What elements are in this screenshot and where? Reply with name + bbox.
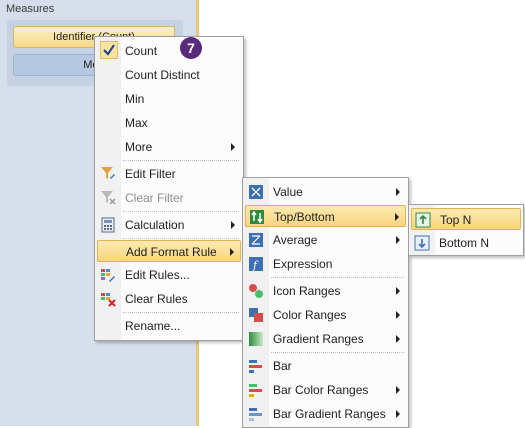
- step-number-badge: 7: [180, 37, 202, 59]
- edit-rules-icon: [100, 267, 116, 283]
- menu-item-icon-ranges[interactable]: Icon Ranges: [245, 280, 406, 302]
- menu-item-count-distinct[interactable]: Count Distinct: [97, 64, 241, 86]
- filter-clear-icon: [100, 190, 116, 206]
- calculator-icon: [100, 217, 116, 233]
- checkmark-icon: [100, 41, 118, 59]
- value-rule-icon: [248, 184, 264, 200]
- submenu-arrow-icon: [396, 236, 400, 244]
- menu-item-gradient-ranges[interactable]: Gradient Ranges: [245, 328, 406, 350]
- submenu-arrow-icon: [396, 188, 400, 196]
- bar-color-ranges-icon: [248, 382, 264, 398]
- bar-icon: [248, 358, 264, 374]
- menu-item-top-n[interactable]: Top N: [411, 208, 521, 230]
- menu-item-edit-filter[interactable]: Edit Filter: [97, 163, 241, 185]
- menu-item-color-ranges[interactable]: Color Ranges: [245, 304, 406, 326]
- submenu-arrow-icon: [231, 221, 235, 229]
- menu-separator: [271, 352, 404, 353]
- menu-item-calculation[interactable]: Calculation: [97, 214, 241, 236]
- menu-item-min[interactable]: Min: [97, 88, 241, 110]
- menu-item-bar-gradient-ranges[interactable]: Bar Gradient Ranges: [245, 403, 406, 425]
- gradient-ranges-icon: [248, 331, 264, 347]
- panel-title: Measures: [6, 3, 55, 15]
- menu-separator: [123, 312, 239, 313]
- menu-item-clear-filter[interactable]: Clear Filter: [97, 187, 241, 209]
- color-ranges-icon: [248, 307, 264, 323]
- menu-item-max[interactable]: Max: [97, 112, 241, 134]
- expression-icon: f: [248, 256, 264, 272]
- menu-item-average[interactable]: Average: [245, 229, 406, 251]
- top-bottom-submenu: Top N Bottom N: [408, 204, 524, 256]
- clear-rules-icon: [100, 291, 116, 307]
- average-icon: [248, 232, 264, 248]
- submenu-arrow-icon: [395, 213, 399, 221]
- menu-item-clear-rules[interactable]: Clear Rules: [97, 288, 241, 310]
- submenu-arrow-icon: [396, 335, 400, 343]
- menu-separator: [123, 160, 239, 161]
- menu-item-count[interactable]: Count: [97, 40, 241, 62]
- menu-item-top-bottom[interactable]: Top/Bottom: [245, 205, 406, 227]
- top-bottom-icon: [249, 209, 265, 225]
- menu-separator: [271, 277, 404, 278]
- submenu-arrow-icon: [230, 248, 234, 256]
- menu-item-add-format-rule[interactable]: Add Format Rule: [97, 240, 241, 262]
- submenu-arrow-icon: [396, 386, 400, 394]
- submenu-arrow-icon: [231, 143, 235, 151]
- menu-separator: [123, 238, 239, 239]
- submenu-arrow-icon: [396, 287, 400, 295]
- menu-item-rename[interactable]: Rename...: [97, 315, 241, 337]
- icon-ranges-icon: [248, 283, 264, 299]
- menu-item-edit-rules[interactable]: Edit Rules...: [97, 264, 241, 286]
- filter-edit-icon: [100, 166, 116, 182]
- menu-item-expression[interactable]: f Expression: [245, 253, 406, 275]
- menu-item-bar[interactable]: Bar: [245, 355, 406, 377]
- menu-item-more[interactable]: More: [97, 136, 241, 158]
- format-rule-submenu: Value Top/Bottom Average f Expression Ic…: [242, 177, 409, 428]
- context-menu: Count Count Distinct Min Max More Edit F…: [94, 36, 244, 341]
- menu-item-bottom-n[interactable]: Bottom N: [411, 232, 521, 254]
- submenu-arrow-icon: [396, 410, 400, 418]
- menu-item-bar-color-ranges[interactable]: Bar Color Ranges: [245, 379, 406, 401]
- top-n-icon: [415, 212, 431, 228]
- menu-item-value[interactable]: Value: [245, 181, 406, 203]
- bottom-n-icon: [414, 235, 430, 251]
- bar-gradient-ranges-icon: [248, 406, 264, 422]
- menu-separator: [123, 211, 239, 212]
- submenu-arrow-icon: [396, 311, 400, 319]
